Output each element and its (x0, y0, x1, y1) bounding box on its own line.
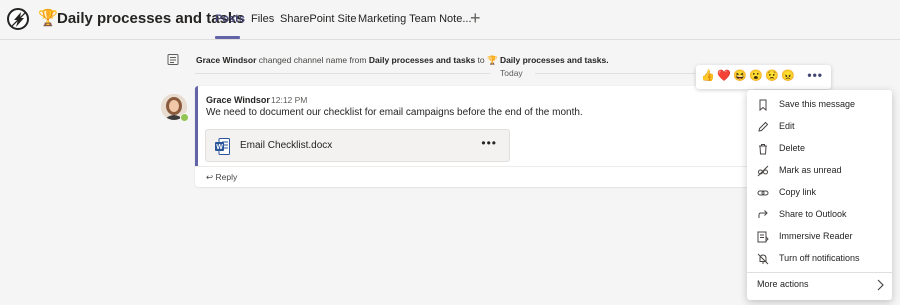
add-tab-icon[interactable]: + (470, 9, 481, 27)
menu-item-save-message[interactable]: Save this message (747, 95, 892, 116)
channel-header: 🏆 Daily processes and tasks Posts Files … (0, 0, 900, 40)
menu-item-immersive-reader[interactable]: Immersive Reader (747, 227, 892, 248)
active-tab-indicator (215, 36, 240, 39)
angry-reaction-icon[interactable]: 😠 (781, 69, 795, 83)
sad-reaction-icon[interactable]: 😟 (765, 69, 779, 83)
link-icon (757, 190, 769, 196)
message-context-menu: Save this message Edit Delete Mark as un… (747, 90, 892, 300)
date-divider-line (535, 73, 695, 74)
trophy-icon: 🏆 (486, 55, 498, 65)
reply-divider (195, 166, 755, 167)
menu-divider (747, 272, 892, 273)
tab-files[interactable]: Files (251, 13, 274, 25)
presence-available-icon (180, 113, 189, 122)
attachment-name[interactable]: Email Checklist.docx (240, 140, 332, 151)
reaction-bar: 👍 ❤️ 😆 😮 😟 😠 ••• (696, 65, 831, 89)
bookmark-icon (759, 99, 767, 111)
date-divider-line (195, 73, 490, 74)
laugh-reaction-icon[interactable]: 😆 (733, 69, 747, 83)
menu-item-turn-off-notifications[interactable]: Turn off notifications (747, 249, 892, 270)
message-timestamp: 12:12 PM (271, 95, 308, 105)
menu-item-mark-unread[interactable]: Mark as unread (747, 161, 892, 182)
bell-off-icon (757, 253, 769, 265)
date-divider: Today (500, 68, 523, 78)
channel-event-icon (167, 54, 179, 65)
menu-item-more-actions[interactable]: More actions (747, 274, 892, 296)
svg-text:W: W (216, 144, 223, 151)
trophy-icon: 🏆 (38, 10, 58, 27)
attachment-more-options-icon[interactable]: ••• (481, 136, 497, 150)
message-author[interactable]: Grace Windsor (206, 95, 270, 105)
more-options-icon[interactable]: ••• (807, 68, 823, 82)
message-card[interactable]: Grace Windsor 12:12 PM We need to docume… (195, 86, 755, 187)
reply-icon: ↩ (206, 172, 214, 182)
like-reaction-icon[interactable]: 👍 (701, 69, 715, 83)
trash-icon (759, 144, 767, 155)
reply-button[interactable]: ↩ Reply (206, 172, 237, 183)
surprised-reaction-icon[interactable]: 😮 (749, 69, 763, 83)
team-avatar-icon[interactable] (7, 8, 29, 30)
chevron-right-icon (877, 279, 884, 291)
tab-marketing-team-notebook[interactable]: Marketing Team Note... (358, 13, 472, 25)
glasses-off-icon (757, 165, 769, 177)
system-message: Grace Windsor changed channel name from … (196, 55, 609, 65)
system-actor: Grace Windsor (196, 55, 257, 65)
pencil-icon (758, 121, 769, 132)
heart-reaction-icon[interactable]: ❤️ (717, 69, 731, 83)
tab-sharepoint-site[interactable]: SharePoint Site (280, 13, 356, 25)
file-attachment[interactable]: W Email Checklist.docx ••• (205, 129, 510, 162)
menu-item-delete[interactable]: Delete (747, 139, 892, 160)
reader-icon (757, 231, 769, 243)
menu-item-share-outlook[interactable]: Share to Outlook (747, 205, 892, 226)
message-accent-bar (195, 86, 198, 166)
menu-item-edit[interactable]: Edit (747, 117, 892, 138)
message-text: We need to document our checklist for em… (206, 107, 583, 118)
word-file-icon: W (215, 138, 230, 155)
menu-item-copy-link[interactable]: Copy link (747, 183, 892, 204)
tab-posts[interactable]: Posts (215, 13, 245, 25)
old-channel-name: Daily processes and tasks (368, 55, 476, 65)
share-icon (758, 210, 768, 218)
new-channel-name: Daily processes and tasks. (497, 55, 609, 65)
